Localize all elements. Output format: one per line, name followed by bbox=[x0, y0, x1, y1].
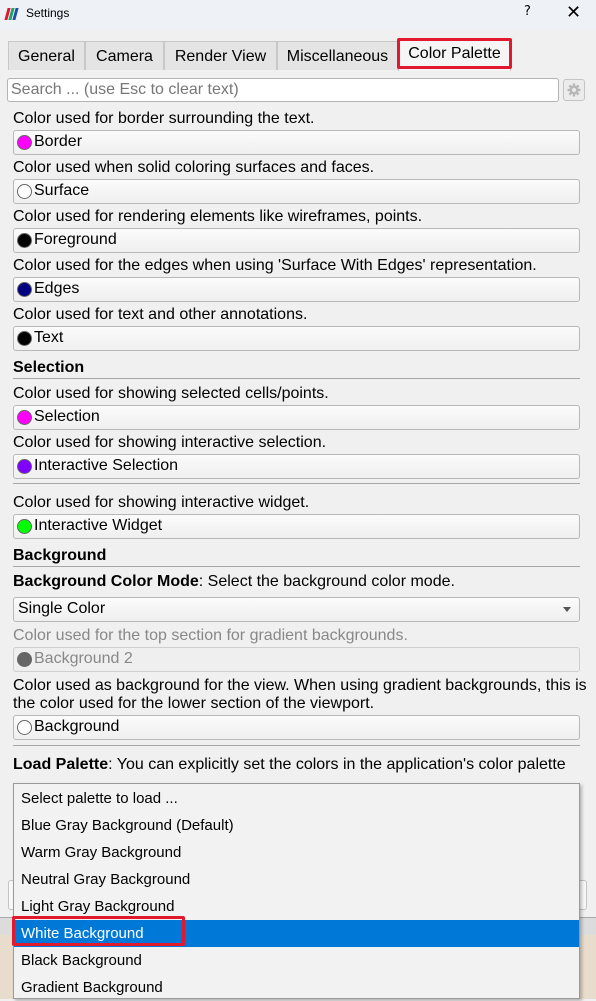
interactive-selection-description: Color used for showing interactive selec… bbox=[13, 434, 327, 451]
text-color-button[interactable]: Text bbox=[13, 326, 580, 351]
background-mode-value: Single Color bbox=[18, 600, 106, 617]
selection-section-header: Selection bbox=[13, 359, 85, 376]
palette-option-placeholder[interactable]: Select palette to load ... bbox=[14, 785, 579, 812]
background-swatch-icon bbox=[17, 720, 32, 735]
gear-icon bbox=[567, 83, 581, 97]
palette-option-blue-gray[interactable]: Blue Gray Background (Default) bbox=[14, 812, 579, 839]
background2-color-label: Background 2 bbox=[34, 650, 133, 667]
palette-option-gradient[interactable]: Gradient Background bbox=[14, 974, 579, 1001]
load-palette-label: Load Palette bbox=[13, 756, 109, 773]
tab-miscellaneous[interactable]: Miscellaneous bbox=[277, 41, 398, 70]
background2-swatch-icon bbox=[17, 652, 32, 667]
border-color-description: Color used for border surrounding the te… bbox=[13, 110, 315, 127]
title-bar: Settings ? ✕ bbox=[0, 0, 596, 30]
selection-color-button[interactable]: Selection bbox=[13, 405, 580, 430]
window-title: Settings bbox=[26, 6, 70, 20]
surface-swatch-icon bbox=[17, 184, 32, 199]
background-color-button[interactable]: Background bbox=[13, 715, 580, 740]
background2-description: Color used for the top section for gradi… bbox=[13, 627, 408, 644]
interactive-widget-label: Interactive Widget bbox=[34, 517, 163, 534]
surface-color-button[interactable]: Surface bbox=[13, 179, 580, 204]
load-palette-dropdown[interactable]: Select palette to load ... Blue Gray Bac… bbox=[13, 783, 580, 999]
advanced-settings-button[interactable] bbox=[563, 79, 585, 101]
background-mode-help: : Select the background color mode. bbox=[198, 573, 455, 590]
edges-color-description: Color used for the edges when using 'Sur… bbox=[13, 257, 537, 274]
selection-subdivider bbox=[13, 483, 580, 484]
background-mode-select[interactable]: Single Color bbox=[13, 597, 580, 622]
search-box bbox=[7, 78, 559, 102]
foreground-color-description: Color used for rendering elements like w… bbox=[13, 208, 423, 225]
border-swatch-icon bbox=[17, 135, 32, 150]
border-color-button[interactable]: Border bbox=[13, 130, 580, 155]
help-button[interactable]: ? bbox=[524, 4, 531, 19]
edges-swatch-icon bbox=[17, 282, 32, 297]
selection-color-label: Selection bbox=[34, 408, 100, 425]
load-palette-help: : You can explicitly set the colors in t… bbox=[108, 756, 566, 773]
background-mode-description: Background Color Mode: Select the backgr… bbox=[13, 573, 455, 591]
background-color-label: Background bbox=[34, 718, 120, 735]
selection-swatch-icon bbox=[17, 410, 32, 425]
selection-divider bbox=[13, 378, 580, 379]
edges-color-label: Edges bbox=[34, 280, 80, 297]
app-logo-icon bbox=[4, 8, 19, 20]
palette-option-neutral-gray[interactable]: Neutral Gray Background bbox=[14, 866, 579, 893]
search-input[interactable] bbox=[8, 79, 558, 101]
background-section-header: Background bbox=[13, 547, 107, 564]
palette-option-warm-gray[interactable]: Warm Gray Background bbox=[14, 839, 579, 866]
text-color-description: Color used for text and other annotation… bbox=[13, 306, 308, 323]
palette-option-black[interactable]: Black Background bbox=[14, 947, 579, 974]
selection-color-description: Color used for showing selected cells/po… bbox=[13, 385, 329, 402]
chevron-down-icon bbox=[563, 607, 571, 612]
foreground-color-button[interactable]: Foreground bbox=[13, 228, 580, 253]
interactive-selection-swatch-icon bbox=[17, 459, 32, 474]
border-color-label: Border bbox=[34, 133, 83, 150]
tab-general[interactable]: General bbox=[8, 41, 85, 70]
surface-color-label: Surface bbox=[34, 182, 90, 199]
option-annotation-box bbox=[12, 916, 185, 946]
close-button[interactable]: ✕ bbox=[566, 2, 581, 23]
foreground-swatch-icon bbox=[17, 233, 32, 248]
surface-color-description: Color used when solid coloring surfaces … bbox=[13, 159, 375, 176]
background-mode-label: Background Color Mode bbox=[13, 573, 199, 590]
text-swatch-icon bbox=[17, 331, 32, 346]
interactive-widget-color-button[interactable]: Interactive Widget bbox=[13, 514, 580, 539]
tab-render-view[interactable]: Render View bbox=[164, 41, 277, 70]
interactive-selection-color-button[interactable]: Interactive Selection bbox=[13, 454, 580, 479]
edges-color-button[interactable]: Edges bbox=[13, 277, 580, 302]
background-divider bbox=[13, 566, 580, 567]
tab-camera[interactable]: Camera bbox=[85, 41, 164, 70]
interactive-selection-label: Interactive Selection bbox=[34, 457, 179, 474]
interactive-widget-swatch-icon bbox=[17, 519, 32, 534]
background2-color-button[interactable]: Background 2 bbox=[13, 647, 580, 672]
interactive-widget-description: Color used for showing interactive widge… bbox=[13, 494, 310, 511]
background-color-description: Color used as background for the view. W… bbox=[13, 677, 587, 712]
load-palette-description: Load Palette: You can explicitly set the… bbox=[13, 756, 566, 774]
text-color-label: Text bbox=[34, 329, 64, 346]
foreground-color-label: Foreground bbox=[34, 231, 117, 248]
load-palette-divider bbox=[13, 745, 580, 746]
tab-annotation-box bbox=[397, 38, 512, 69]
